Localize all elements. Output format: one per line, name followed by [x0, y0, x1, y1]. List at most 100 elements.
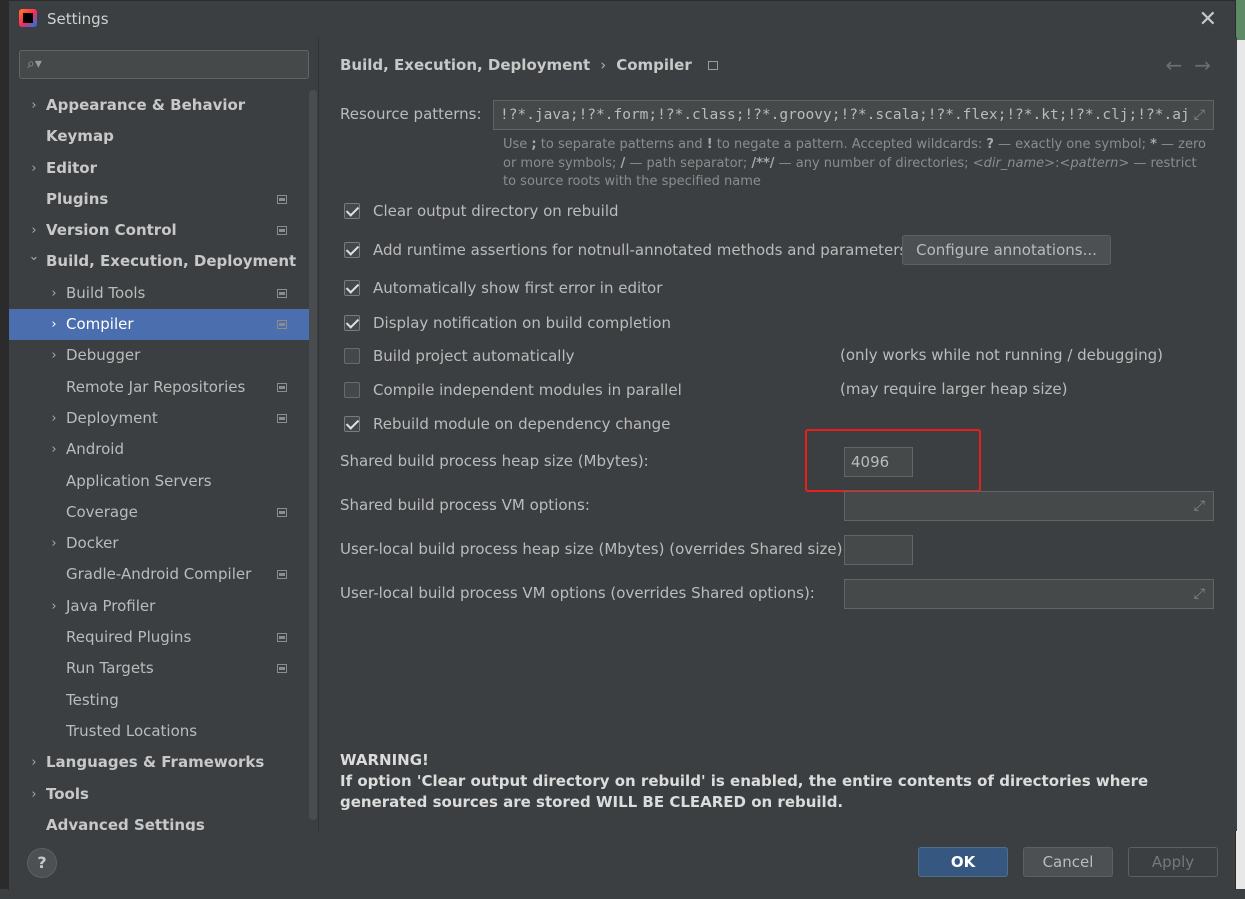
sidebar-item-label: Editor: [46, 158, 97, 177]
expand-icon[interactable]: ⤢: [1194, 580, 1205, 608]
search-input[interactable]: [50, 54, 300, 75]
sidebar-item-editor[interactable]: › Editor: [9, 153, 309, 184]
sidebar-item-coverage[interactable]: Coverage: [9, 497, 309, 528]
ok-button[interactable]: OK: [918, 847, 1008, 877]
chevron-right-icon[interactable]: ›: [27, 153, 41, 184]
chevron-right-icon[interactable]: ›: [47, 309, 61, 340]
sidebar-item-android[interactable]: › Android: [9, 434, 309, 465]
display-notification-checkbox[interactable]: [344, 315, 360, 331]
sidebar-item-label: Run Targets: [66, 659, 154, 678]
cancel-button[interactable]: Cancel: [1023, 847, 1113, 877]
sidebar-item-remote-jar-repositories[interactable]: Remote Jar Repositories: [9, 372, 309, 403]
compile-parallel-note: (may require larger heap size): [840, 380, 1068, 398]
settings-search[interactable]: ⌕▾: [19, 50, 309, 79]
chevron-down-icon[interactable]: ⌄: [27, 241, 41, 272]
sidebar-scrollbar[interactable]: [309, 90, 317, 820]
project-level-icon: [277, 382, 287, 392]
user-heap-input[interactable]: [844, 535, 913, 565]
resource-patterns-hint: Use ; to separate patterns and ! to nega…: [503, 137, 1207, 189]
window-title: Settings: [47, 10, 109, 28]
chevron-right-icon[interactable]: ›: [47, 434, 61, 465]
sidebar-item-debugger[interactable]: › Debugger: [9, 340, 309, 371]
sidebar-item-label: Application Servers: [66, 471, 212, 490]
warning-message: WARNING! If option 'Clear output directo…: [340, 750, 1220, 813]
chevron-right-icon[interactable]: ›: [47, 591, 61, 622]
chevron-right-icon[interactable]: ›: [27, 90, 41, 121]
sidebar-item-label: Docker: [66, 534, 119, 553]
chevron-right-icon[interactable]: ›: [47, 278, 61, 309]
expand-icon[interactable]: ⤢: [1194, 492, 1205, 520]
runtime-assertions-checkbox[interactable]: [344, 242, 360, 258]
intellij-logo-icon: [19, 9, 37, 27]
sidebar-item-label: Build, Execution, Deployment: [46, 252, 297, 271]
shared-vm-label: Shared build process VM options:: [340, 496, 590, 514]
sidebar-item-label: Android: [66, 440, 124, 459]
sidebar-item-appearance-behavior[interactable]: › Appearance & Behavior: [9, 90, 309, 121]
chevron-right-icon[interactable]: ›: [27, 747, 41, 778]
sidebar-item-deployment[interactable]: › Deployment: [9, 403, 309, 434]
resource-patterns-value: !?*.java;!?*.form;!?*.class;!?*.groovy;!…: [500, 107, 1190, 123]
sidebar-item-label: Required Plugins: [66, 628, 192, 647]
warning-text: If option 'Clear output directory on reb…: [340, 772, 1149, 811]
sidebar-item-label: Trusted Locations: [66, 721, 198, 740]
runtime-assertions-label: Add runtime assertions for notnull-annot…: [373, 241, 908, 259]
sidebar-item-testing[interactable]: Testing: [9, 685, 309, 716]
project-level-icon: [707, 61, 718, 70]
title-bar: Settings ✕: [9, 1, 1235, 37]
sidebar-item-application-servers[interactable]: Application Servers: [9, 466, 309, 497]
search-icon: ⌕▾: [27, 56, 42, 72]
sidebar-item-languages-frameworks[interactable]: › Languages & Frameworks: [9, 747, 309, 778]
compiler-settings-panel: Build, Execution, Deployment › Compiler ←→…: [320, 37, 1237, 831]
sidebar-item-run-targets[interactable]: Run Targets: [9, 653, 309, 684]
sidebar-item-label: Compiler: [66, 315, 134, 334]
show-first-error-checkbox[interactable]: [344, 280, 360, 296]
close-icon[interactable]: ✕: [1199, 7, 1217, 32]
sidebar-item-label: Testing: [66, 690, 119, 709]
sidebar-item-label: Tools: [46, 784, 89, 803]
shared-vm-input[interactable]: ⤢: [844, 491, 1214, 521]
chevron-right-icon[interactable]: ›: [47, 340, 61, 371]
sidebar-item-required-plugins[interactable]: Required Plugins: [9, 622, 309, 653]
rebuild-on-dependency-checkbox[interactable]: [344, 416, 360, 432]
sidebar-item-build-tools[interactable]: › Build Tools: [9, 278, 309, 309]
clear-output-checkbox[interactable]: [344, 203, 360, 219]
chevron-right-icon[interactable]: ›: [27, 779, 41, 810]
annotation-highlight-box: [805, 429, 981, 492]
expand-icon[interactable]: ⤢: [1194, 101, 1205, 129]
show-first-error-label: Automatically show first error in editor: [373, 279, 663, 297]
sidebar-item-build-execution-deployment[interactable]: ⌄ Build, Execution, Deployment: [9, 246, 309, 277]
sidebar-item-compiler[interactable]: › Compiler: [9, 309, 309, 341]
sidebar-item-label: Version Control: [46, 221, 177, 240]
sidebar-item-docker[interactable]: › Docker: [9, 528, 309, 559]
sidebar-item-gradle-android-compiler[interactable]: Gradle-Android Compiler: [9, 559, 309, 590]
sidebar-item-label: Debugger: [66, 346, 141, 365]
sidebar-item-java-profiler[interactable]: › Java Profiler: [9, 591, 309, 622]
sidebar-item-plugins[interactable]: Plugins: [9, 184, 309, 215]
forward-arrow-icon[interactable]: →: [1194, 53, 1223, 77]
build-automatically-checkbox[interactable]: [344, 348, 360, 364]
compile-parallel-label: Compile independent modules in parallel: [373, 381, 682, 399]
sidebar-item-label: Gradle-Android Compiler: [66, 565, 252, 584]
chevron-right-icon[interactable]: ›: [47, 403, 61, 434]
project-level-icon: [277, 320, 287, 330]
chevron-right-icon[interactable]: ›: [47, 528, 61, 559]
sidebar-item-version-control[interactable]: › Version Control: [9, 215, 309, 246]
project-level-icon: [277, 413, 287, 423]
rebuild-on-dependency-label: Rebuild module on dependency change: [373, 415, 671, 433]
configure-annotations-button[interactable]: Configure annotations...: [902, 235, 1111, 265]
compile-parallel-checkbox[interactable]: [344, 382, 360, 398]
sidebar-item-trusted-locations[interactable]: Trusted Locations: [9, 716, 309, 747]
sidebar-item-label: Remote Jar Repositories: [66, 377, 246, 396]
sidebar-item-keymap[interactable]: Keymap: [9, 121, 309, 152]
display-notification-label: Display notification on build completion: [373, 314, 671, 332]
sidebar-item-tools[interactable]: › Tools: [9, 779, 309, 810]
project-level-icon: [277, 570, 287, 580]
apply-button[interactable]: Apply: [1128, 847, 1218, 877]
breadcrumb-parent[interactable]: Build, Execution, Deployment: [340, 56, 590, 74]
back-arrow-icon[interactable]: ←: [1165, 53, 1194, 77]
sidebar-item-label: Java Profiler: [66, 596, 156, 615]
user-vm-input[interactable]: ⤢: [844, 579, 1214, 609]
help-button[interactable]: ?: [27, 848, 57, 878]
settings-tree: › Appearance & Behavior Keymap › Editor Plugi…: [9, 90, 309, 841]
resource-patterns-input[interactable]: !?*.java;!?*.form;!?*.class;!?*.groovy;!…: [493, 100, 1214, 130]
